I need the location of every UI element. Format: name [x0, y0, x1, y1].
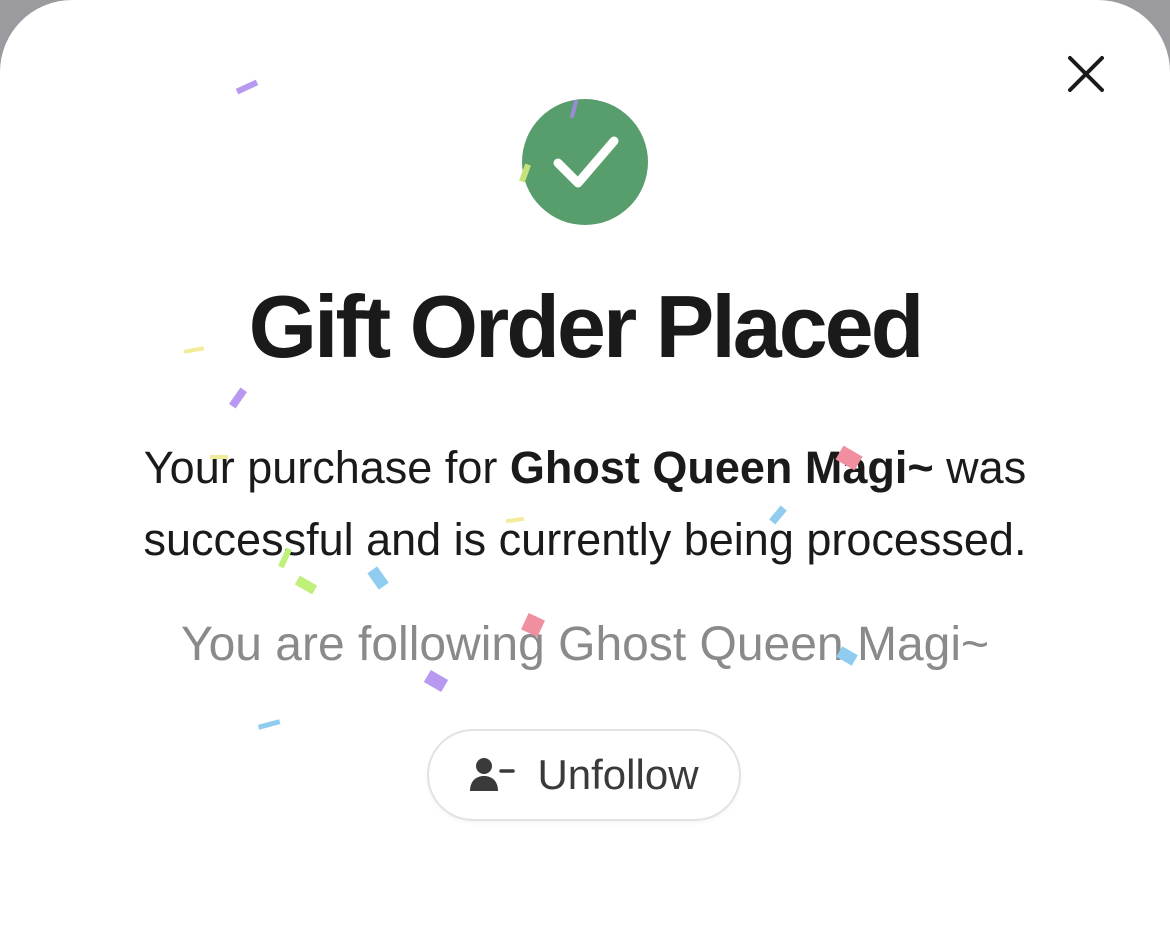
message-lead: Your purchase for [143, 442, 510, 493]
unfollow-button[interactable]: Unfollow [427, 729, 741, 821]
confetti-piece [257, 719, 281, 730]
confetti-piece [235, 79, 259, 95]
success-badge [522, 99, 648, 225]
recipient-name: Ghost Queen Magi~ [509, 442, 934, 493]
confetti-piece [228, 387, 248, 409]
checkmark-icon [553, 136, 619, 188]
following-status: You are following Ghost Queen Magi~ [180, 618, 990, 671]
user-minus-icon [470, 758, 516, 791]
confetti-piece [294, 575, 318, 595]
unfollow-label: Unfollow [537, 751, 699, 798]
dialog-title: Gift Order Placed [248, 277, 925, 376]
close-button[interactable] [1058, 48, 1114, 104]
gift-order-dialog: Gift Order Placed Your purchase for Ghos… [0, 0, 1170, 940]
success-message: Your purchase for Ghost Queen Magi~ was … [60, 432, 1110, 576]
close-icon [1068, 56, 1104, 92]
